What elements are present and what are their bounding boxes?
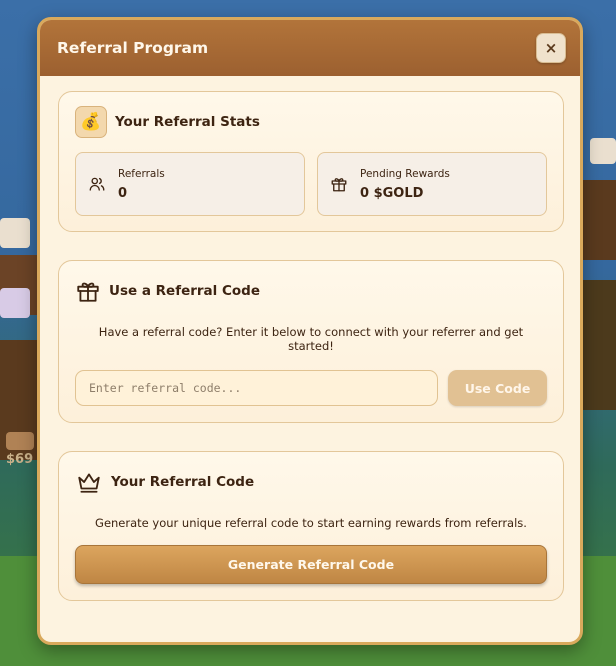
background-price: $69	[6, 452, 34, 467]
modal-title: Referral Program	[57, 39, 209, 57]
use-referral-code-card: Use a Referral Code Have a referral code…	[58, 260, 564, 423]
card-title: Your Referral Stats	[115, 114, 260, 130]
stat-value: 0 $GOLD	[360, 185, 424, 201]
card-description: Generate your unique referral code to st…	[95, 516, 527, 530]
users-icon	[89, 177, 105, 191]
referral-code-input[interactable]	[75, 370, 438, 406]
stats-row: Referrals 0 Pending Rewards 0 $GOLD	[75, 152, 547, 231]
crown-icon	[78, 473, 100, 493]
card-description: Have a referral code? Enter it below to …	[98, 325, 524, 353]
stat-label: Referrals	[118, 167, 165, 180]
generate-referral-code-button[interactable]: Generate Referral Code	[75, 545, 547, 584]
background-item	[0, 288, 30, 318]
gift-icon	[331, 178, 347, 192]
card-header: Your Referral Code	[75, 452, 547, 512]
background-item	[6, 432, 34, 450]
card-header: Use a Referral Code	[75, 261, 547, 321]
your-referral-code-card: Your Referral Code Generate your unique …	[58, 451, 564, 601]
referral-modal: Referral Program × 💰 Your Referral Stats…	[37, 17, 583, 645]
card-title: Use a Referral Code	[109, 283, 260, 299]
close-button[interactable]: ×	[536, 33, 566, 63]
stat-label: Pending Rewards	[360, 167, 450, 180]
gift-icon	[77, 282, 99, 302]
background-item	[0, 218, 30, 248]
referral-stats-card: 💰 Your Referral Stats Referrals 0 Pendin…	[58, 91, 564, 232]
pending-rewards-stat: Pending Rewards 0 $GOLD	[317, 152, 547, 216]
modal-body: 💰 Your Referral Stats Referrals 0 Pendin…	[40, 76, 580, 601]
code-entry-row: Use Code	[75, 370, 547, 422]
close-icon: ×	[544, 39, 558, 57]
stat-value: 0	[118, 185, 128, 201]
card-header: 💰 Your Referral Stats	[75, 92, 547, 152]
referrals-stat: Referrals 0	[75, 152, 305, 216]
use-code-button[interactable]: Use Code	[448, 370, 547, 406]
modal-header: Referral Program ×	[40, 20, 580, 76]
card-title: Your Referral Code	[111, 474, 255, 490]
background-item	[590, 138, 616, 164]
money-bag-icon: 💰	[75, 106, 107, 138]
